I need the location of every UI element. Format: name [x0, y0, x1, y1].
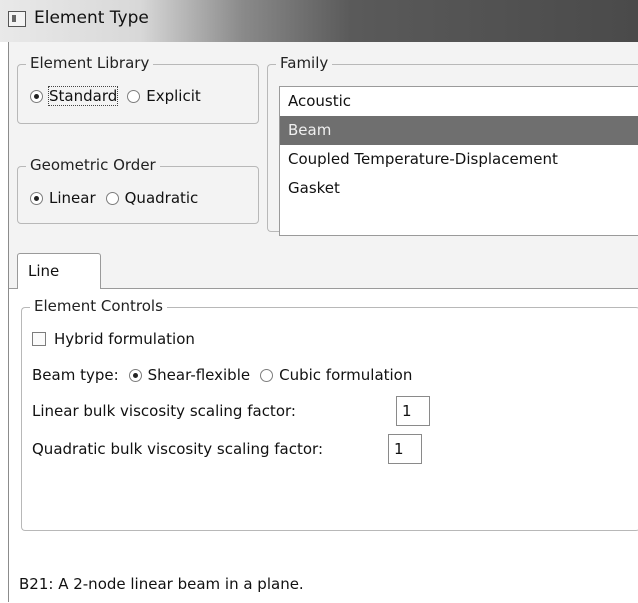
geometric-order-group: Geometric Order Linear Quadratic	[17, 156, 259, 224]
linear-radio-label[interactable]: Linear	[49, 189, 96, 207]
beam-type-label: Beam type:	[32, 366, 119, 384]
cubic-formulation-radio-label[interactable]: Cubic formulation	[279, 366, 412, 384]
quadratic-bulk-viscosity-label: Quadratic bulk viscosity scaling factor:	[32, 440, 324, 458]
tab-line[interactable]: Line	[17, 253, 101, 289]
window-icon[interactable]	[8, 11, 26, 27]
standard-radio[interactable]	[30, 89, 43, 103]
line-tab-panel: Element Controls Hybrid formulation Beam…	[9, 288, 638, 603]
family-item-coupled-temperature-displacement[interactable]: Coupled Temperature-Displacement	[280, 145, 638, 174]
element-controls-legend: Element Controls	[30, 297, 167, 315]
standard-radio-label[interactable]: Standard	[47, 86, 119, 106]
window-title: Element Type	[34, 8, 149, 28]
dialog-body: Element Library Standard Explicit Geomet…	[8, 42, 638, 603]
family-list[interactable]: Acoustic Beam Coupled Temperature-Displa…	[279, 86, 638, 236]
quadratic-radio[interactable]	[105, 191, 119, 205]
element-library-legend: Element Library	[26, 54, 154, 72]
explicit-radio[interactable]	[127, 89, 141, 103]
shear-flexible-radio[interactable]	[128, 368, 142, 382]
linear-bulk-viscosity-input[interactable]: 1	[396, 396, 430, 426]
linear-radio[interactable]	[30, 191, 43, 205]
family-item-acoustic[interactable]: Acoustic	[280, 87, 638, 116]
title-bar[interactable]: Element Type	[0, 0, 638, 42]
family-legend: Family	[276, 54, 333, 72]
element-description: B21: A 2-node linear beam in a plane.	[19, 575, 304, 593]
element-controls-group: Element Controls Hybrid formulation Beam…	[21, 297, 638, 531]
explicit-radio-label[interactable]: Explicit	[146, 87, 201, 105]
shear-flexible-radio-label[interactable]: Shear-flexible	[148, 366, 250, 384]
family-item-beam[interactable]: Beam	[280, 116, 638, 145]
hybrid-formulation-checkbox[interactable]	[32, 332, 46, 346]
cubic-formulation-radio[interactable]	[260, 368, 274, 382]
quadratic-bulk-viscosity-input[interactable]: 1	[388, 434, 422, 464]
hybrid-formulation-label[interactable]: Hybrid formulation	[54, 330, 195, 348]
linear-bulk-viscosity-label: Linear bulk viscosity scaling factor:	[32, 402, 296, 420]
element-library-group: Element Library Standard Explicit	[17, 54, 259, 124]
family-item-gasket[interactable]: Gasket	[280, 174, 638, 203]
quadratic-radio-label[interactable]: Quadratic	[125, 189, 199, 207]
geometric-order-legend: Geometric Order	[26, 156, 160, 174]
